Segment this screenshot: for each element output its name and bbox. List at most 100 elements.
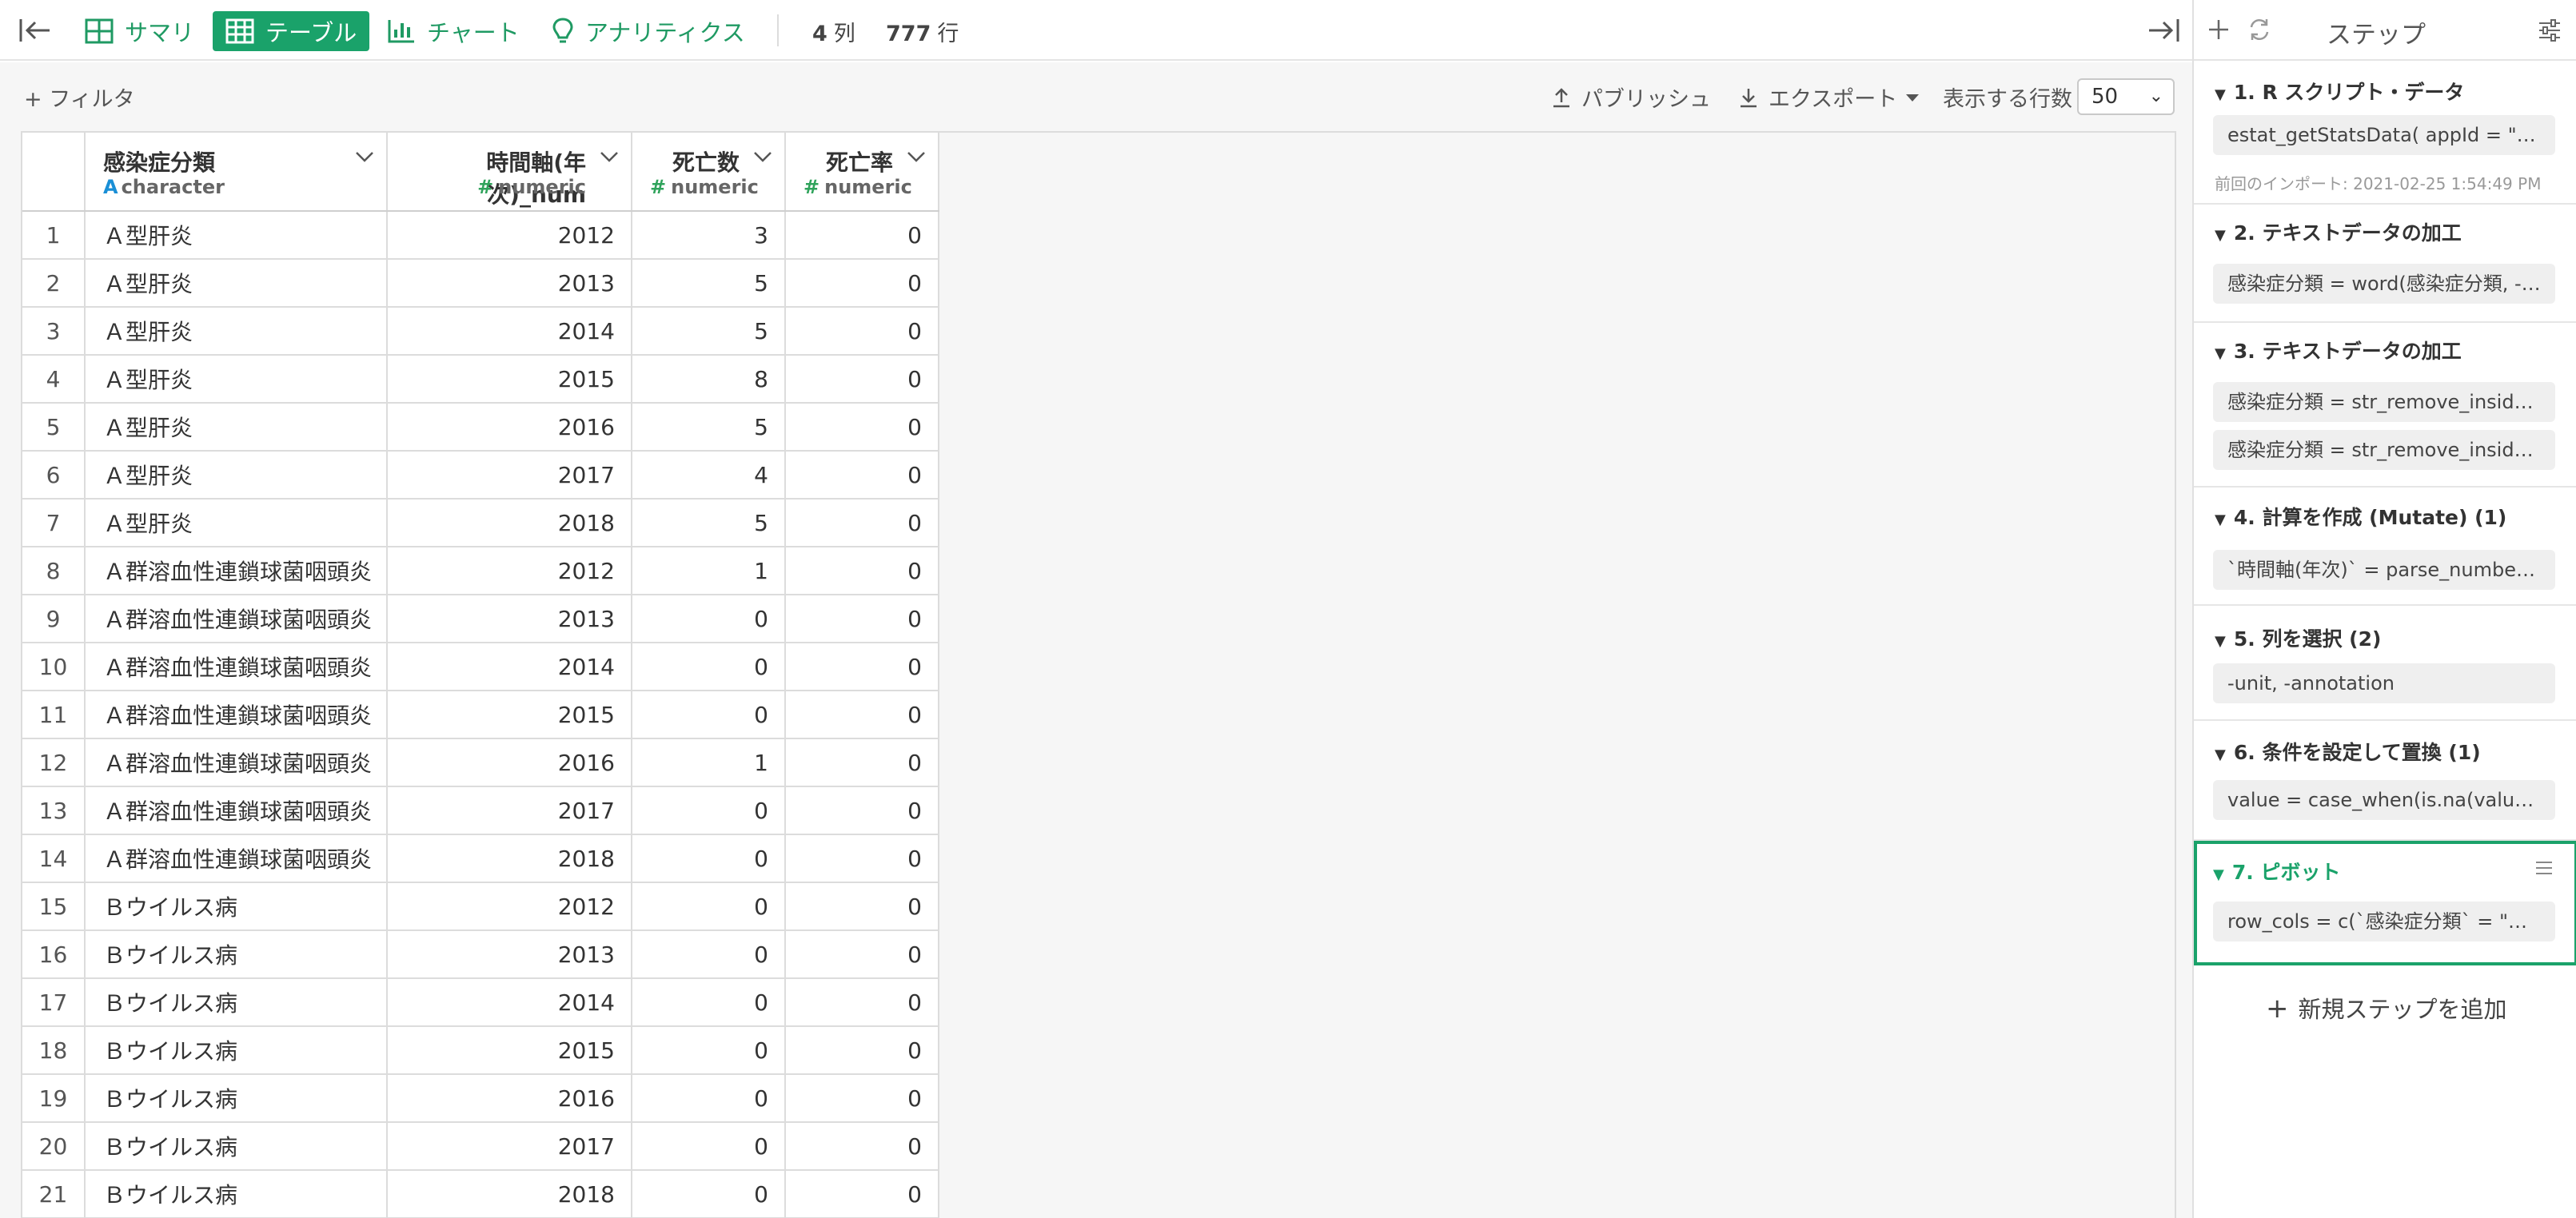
row-index-cell[interactable]: 16: [22, 930, 86, 979]
death-rate-cell[interactable]: 0: [785, 1026, 939, 1075]
year-cell[interactable]: 2012: [387, 547, 632, 595]
row-index-cell[interactable]: 1: [22, 211, 86, 260]
add-filter-button[interactable]: + フィルタ: [24, 82, 135, 113]
year-cell[interactable]: 2014: [387, 643, 632, 691]
tab-table[interactable]: テーブル: [213, 11, 370, 51]
deaths-cell[interactable]: 5: [632, 307, 786, 356]
step-3[interactable]: ▼ 3. テキストデータの加工 感染症分類 = str_remove_inside…: [2194, 323, 2576, 488]
death-rate-cell[interactable]: 0: [785, 211, 939, 260]
death-rate-cell[interactable]: 0: [785, 547, 939, 595]
year-cell[interactable]: 2012: [387, 211, 632, 260]
step-command[interactable]: row_cols = c(`感染症分類` = "感染症...: [2213, 902, 2555, 941]
year-cell[interactable]: 2016: [387, 1074, 632, 1123]
row-index-cell[interactable]: 7: [22, 499, 86, 547]
death-rate-cell[interactable]: 0: [785, 1074, 939, 1123]
death-rate-cell[interactable]: 0: [785, 1122, 939, 1171]
year-cell[interactable]: 2013: [387, 595, 632, 643]
death-rate-cell[interactable]: 0: [785, 595, 939, 643]
category-cell[interactable]: Ａ群溶血性連鎖球菌咽頭炎: [85, 786, 388, 835]
category-cell[interactable]: Ｂウイルス病: [85, 1074, 388, 1123]
step-command[interactable]: 感染症分類 = word(感染症分類, -1, ...: [2213, 264, 2555, 304]
death-rate-cell[interactable]: 0: [785, 834, 939, 883]
column-menu-chevron-icon[interactable]: [354, 150, 375, 163]
rows-per-page-select[interactable]: 50 ⌄: [2077, 78, 2175, 115]
deaths-cell[interactable]: 5: [632, 499, 786, 547]
deaths-cell[interactable]: 1: [632, 738, 786, 787]
deaths-cell[interactable]: 5: [632, 259, 786, 308]
deaths-cell[interactable]: 8: [632, 355, 786, 404]
year-cell[interactable]: 2014: [387, 978, 632, 1027]
category-cell[interactable]: Ａ型肝炎: [85, 403, 388, 452]
deaths-cell[interactable]: 0: [632, 930, 786, 979]
deaths-cell[interactable]: 0: [632, 786, 786, 835]
year-cell[interactable]: 2015: [387, 1026, 632, 1075]
deaths-cell[interactable]: 4: [632, 451, 786, 500]
step-4[interactable]: ▼ 4. 計算を作成 (Mutate) (1) `時間軸(年次)` = parse…: [2194, 488, 2576, 606]
deaths-cell[interactable]: 0: [632, 595, 786, 643]
add-step-button[interactable]: + 新規ステップを追加: [2266, 991, 2507, 1025]
category-cell[interactable]: Ａ型肝炎: [85, 451, 388, 500]
year-cell[interactable]: 2016: [387, 403, 632, 452]
deaths-cell[interactable]: 0: [632, 978, 786, 1027]
row-index-cell[interactable]: 13: [22, 786, 86, 835]
year-cell[interactable]: 2013: [387, 930, 632, 979]
deaths-cell[interactable]: 1: [632, 547, 786, 595]
death-rate-cell[interactable]: 0: [785, 451, 939, 500]
column-header-year[interactable]: 時間軸(年次)_num # numeric: [387, 133, 632, 212]
death-rate-cell[interactable]: 0: [785, 403, 939, 452]
row-index-cell[interactable]: 8: [22, 547, 86, 595]
year-cell[interactable]: 2018: [387, 1170, 632, 1218]
row-index-cell[interactable]: 20: [22, 1122, 86, 1171]
expand-triangle-icon[interactable]: ▼: [2215, 511, 2226, 528]
row-index-cell[interactable]: 2: [22, 259, 86, 308]
death-rate-cell[interactable]: 0: [785, 691, 939, 739]
tab-summary[interactable]: サマリ: [72, 11, 207, 51]
death-rate-cell[interactable]: 0: [785, 738, 939, 787]
expand-triangle-icon[interactable]: ▼: [2215, 746, 2226, 763]
deaths-cell[interactable]: 0: [632, 1170, 786, 1218]
death-rate-cell[interactable]: 0: [785, 307, 939, 356]
category-cell[interactable]: Ａ型肝炎: [85, 259, 388, 308]
column-menu-chevron-icon[interactable]: [599, 150, 620, 163]
row-index-cell[interactable]: 9: [22, 595, 86, 643]
category-cell[interactable]: Ａ型肝炎: [85, 307, 388, 356]
expand-triangle-icon[interactable]: ▼: [2215, 345, 2226, 362]
deaths-cell[interactable]: 0: [632, 834, 786, 883]
expand-triangle-icon[interactable]: ▼: [2213, 866, 2224, 883]
category-cell[interactable]: Ａ群溶血性連鎖球菌咽頭炎: [85, 595, 388, 643]
column-header-death-rate[interactable]: 死亡率 # numeric: [785, 133, 939, 212]
column-menu-chevron-icon[interactable]: [752, 150, 773, 163]
step-command[interactable]: value = case_when(is.na(value) ~ 0 ...: [2213, 780, 2555, 820]
year-cell[interactable]: 2017: [387, 451, 632, 500]
collapse-left-icon[interactable]: [18, 16, 53, 45]
year-cell[interactable]: 2013: [387, 259, 632, 308]
step-command[interactable]: 感染症分類 = str_remove_inside...: [2213, 430, 2555, 470]
row-index-cell[interactable]: 17: [22, 978, 86, 1027]
step-command[interactable]: -unit, -annotation: [2213, 663, 2555, 703]
step-1[interactable]: ▼ 1. R スクリプト・データ estat_getStatsData( appI…: [2194, 62, 2576, 205]
year-cell[interactable]: 2015: [387, 355, 632, 404]
step-6[interactable]: ▼ 6. 条件を設定して置換 (1) value = case_when(is.n…: [2194, 721, 2576, 841]
category-cell[interactable]: Ｂウイルス病: [85, 978, 388, 1027]
expand-triangle-icon[interactable]: ▼: [2215, 633, 2226, 650]
category-cell[interactable]: Ａ型肝炎: [85, 355, 388, 404]
year-cell[interactable]: 2012: [387, 882, 632, 931]
death-rate-cell[interactable]: 0: [785, 1170, 939, 1218]
row-index-cell[interactable]: 15: [22, 882, 86, 931]
category-cell[interactable]: Ａ群溶血性連鎖球菌咽頭炎: [85, 643, 388, 691]
row-index-cell[interactable]: 11: [22, 691, 86, 739]
row-index-cell[interactable]: 6: [22, 451, 86, 500]
settings-sliders-icon[interactable]: [2538, 19, 2562, 42]
year-cell[interactable]: 2016: [387, 738, 632, 787]
death-rate-cell[interactable]: 0: [785, 930, 939, 979]
year-cell[interactable]: 2017: [387, 1122, 632, 1171]
plus-icon[interactable]: [2207, 18, 2231, 42]
step-command[interactable]: `時間軸(年次)` = parse_number(`時...: [2213, 550, 2555, 590]
row-index-cell[interactable]: 18: [22, 1026, 86, 1075]
death-rate-cell[interactable]: 0: [785, 355, 939, 404]
deaths-cell[interactable]: 0: [632, 691, 786, 739]
death-rate-cell[interactable]: 0: [785, 882, 939, 931]
step-command[interactable]: 感染症分類 = str_remove_inside...: [2213, 382, 2555, 422]
category-cell[interactable]: Ｂウイルス病: [85, 1170, 388, 1218]
step-2[interactable]: ▼ 2. テキストデータの加工 感染症分類 = word(感染症分類, -1, .…: [2194, 205, 2576, 323]
